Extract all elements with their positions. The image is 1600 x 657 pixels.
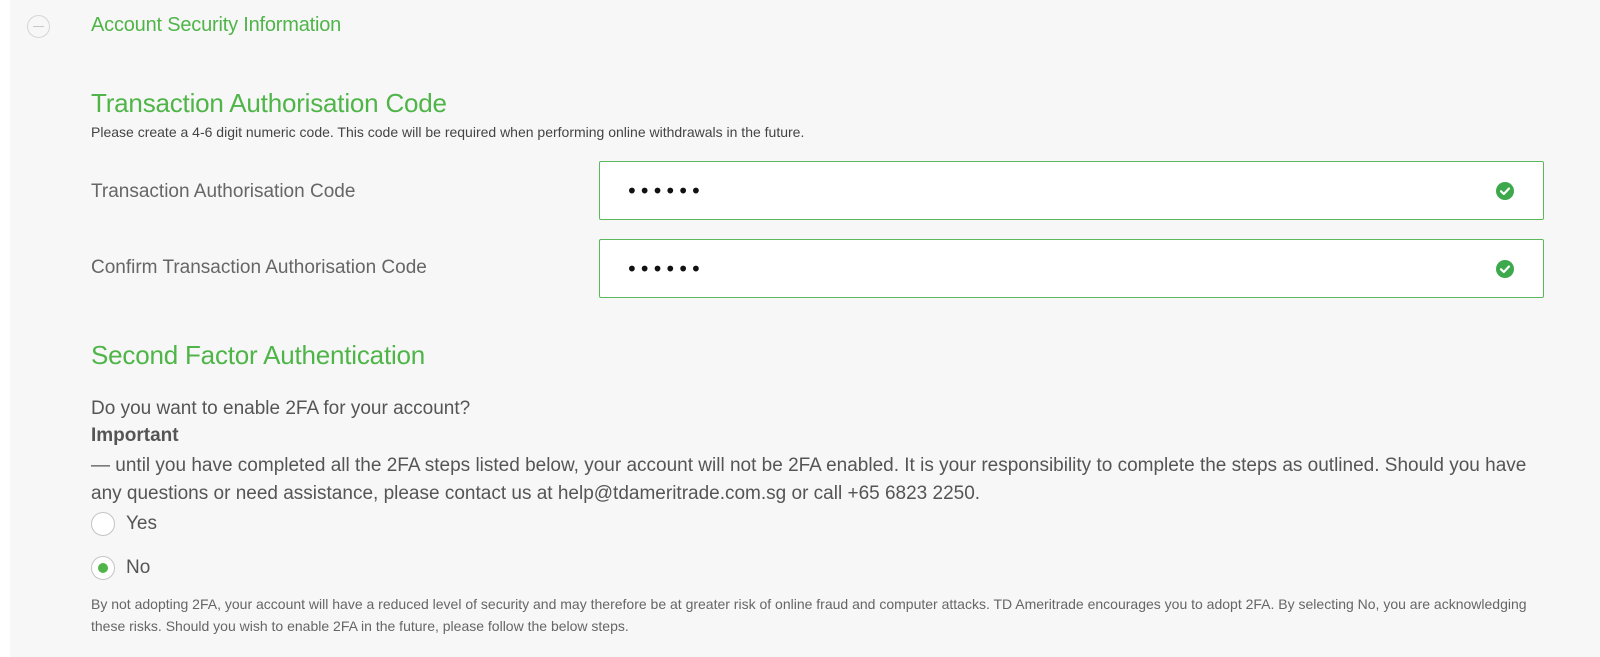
transaction-code-description: Please create a 4-6 digit numeric code. … (91, 124, 805, 140)
radio-no-button[interactable] (91, 556, 115, 580)
confirm-transaction-code-input[interactable] (600, 240, 1543, 297)
collapse-section-minus-icon[interactable] (27, 15, 50, 38)
transaction-code-heading: Transaction Authorisation Code (91, 88, 447, 118)
radio-option-no[interactable]: No (91, 555, 150, 581)
transaction-code-label: Transaction Authorisation Code (91, 181, 356, 202)
confirm-transaction-code-field-wrapper (599, 239, 1544, 298)
transaction-code-input[interactable] (600, 162, 1543, 219)
radio-yes-button[interactable] (91, 512, 115, 536)
two-factor-question: Do you want to enable 2FA for your accou… (91, 398, 471, 419)
two-factor-disclaimer: By not adopting 2FA, your account will h… (91, 596, 1527, 634)
check-circle-icon (1496, 182, 1514, 200)
check-circle-icon (1496, 260, 1514, 278)
two-factor-heading: Second Factor Authentication (91, 340, 426, 370)
important-notice: — until you have completed all the 2FA s… (91, 455, 1527, 504)
radio-no-label[interactable]: No (126, 557, 150, 579)
radio-option-yes[interactable]: Yes (91, 511, 157, 537)
confirm-transaction-code-label: Confirm Transaction Authorisation Code (91, 257, 427, 278)
transaction-code-field-wrapper (599, 161, 1544, 220)
important-label: Important (91, 425, 179, 446)
radio-yes-label[interactable]: Yes (126, 513, 157, 535)
section-title: Account Security Information (91, 14, 342, 36)
